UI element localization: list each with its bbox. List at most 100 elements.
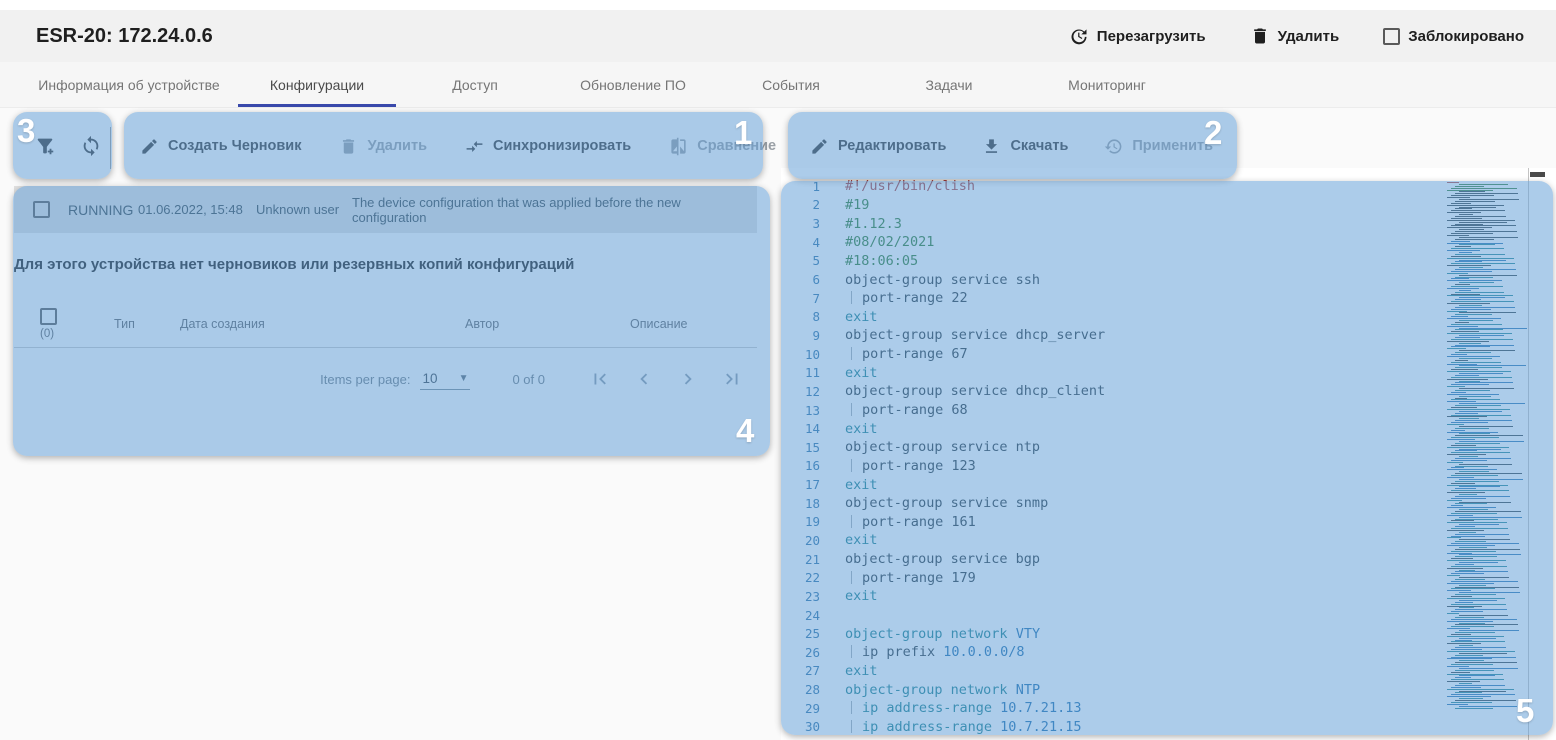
- apply-config-button[interactable]: Применить: [1104, 137, 1213, 156]
- device-header: ESR-20: 172.24.0.6 Перезагрузить Удалить…: [0, 10, 1556, 62]
- delete-device-button[interactable]: Удалить: [1250, 26, 1340, 46]
- column-header-type: Тип: [114, 316, 135, 331]
- edit-config-button[interactable]: Редактировать: [810, 137, 946, 156]
- trash-icon: [1253, 28, 1266, 44]
- compare-icon: [671, 137, 686, 155]
- config-description: The device configuration that was applie…: [352, 194, 681, 225]
- scrollbar-thumb[interactable]: [1530, 172, 1545, 177]
- synchronize-button[interactable]: Синхронизировать: [465, 137, 631, 156]
- code-line: 5 #18:06:05: [812, 252, 919, 269]
- first-page-button[interactable]: [589, 368, 611, 390]
- items-per-page-select[interactable]: 10 ▼: [420, 369, 471, 390]
- next-page-button[interactable]: [677, 368, 699, 390]
- tab-monitoring[interactable]: Мониторинг: [1028, 62, 1186, 107]
- code-line: 25 object-group network VTY: [804, 625, 1041, 642]
- tab-label: События: [762, 76, 820, 93]
- tab-label: Информация об устройстве: [38, 76, 220, 93]
- tab-firmware-update[interactable]: Обновление ПО: [554, 62, 712, 107]
- column-header-created: Дата создания: [180, 316, 265, 331]
- code-line: 26 ip prefix 10.0.0.0/8: [804, 644, 1025, 661]
- code-line: 13 port-range 68: [804, 402, 968, 418]
- compare-button[interactable]: Сравнение: [669, 137, 776, 156]
- tab-tasks[interactable]: Задачи: [870, 62, 1028, 107]
- editor-scrollbar: [1528, 168, 1545, 740]
- tab-device-info[interactable]: Информация об устройстве: [20, 62, 238, 107]
- sync-icon: [83, 135, 99, 157]
- tab-bar: Информация об устройстве Конфигурации Дост…: [0, 62, 1556, 108]
- locked-checkbox-control[interactable]: Заблокировано: [1383, 27, 1524, 45]
- running-config-row[interactable]: RUNNING 01.06.2022, 15:48 Unknown user T…: [14, 186, 757, 233]
- items-per-page-label: Items per page:: [320, 371, 411, 387]
- row-checkbox[interactable]: [32, 201, 50, 218]
- download-config-label: Скачать: [1010, 138, 1069, 154]
- code-line: 23 exit: [804, 588, 878, 605]
- tab-label: Задачи: [925, 76, 973, 93]
- tab-label: Доступ: [452, 76, 498, 93]
- edit-config-label: Редактировать: [838, 138, 947, 154]
- config-editor: 1 #!/usr/bin/clish 2 #19 3 #1.12.3 4 #08/02/202…: [781, 168, 1556, 740]
- top-strip: [0, 0, 1556, 10]
- code-line: 27 exit: [804, 662, 878, 679]
- synchronize-label: Синхронизировать: [492, 138, 632, 154]
- select-all-checkbox[interactable]: [40, 307, 57, 325]
- code-line: 24: [804, 607, 820, 623]
- last-page-button[interactable]: [721, 368, 743, 390]
- config-date: 01.06.2022, 15:48: [138, 202, 243, 217]
- code-line: 3 #1.12.3: [812, 215, 902, 232]
- reload-device-button[interactable]: Перезагрузить: [1069, 26, 1206, 46]
- paginator: Items per page: 10 ▼ 0 of 0: [14, 350, 757, 408]
- download-icon: [986, 138, 998, 153]
- page-range-label: 0 of 0: [512, 371, 545, 387]
- dropdown-arrow-icon: ▼: [458, 372, 469, 384]
- code-line: 11 exit: [804, 364, 878, 381]
- filter-toolbar: [32, 113, 104, 179]
- code-line: 1 #!/usr/bin/clish: [812, 178, 976, 195]
- code-line: 10 port-range 67: [804, 346, 968, 363]
- locked-checkbox[interactable]: [1383, 27, 1401, 45]
- reload-label: Перезагрузить: [1096, 27, 1206, 45]
- tab-configurations[interactable]: Конфигурации: [238, 62, 396, 107]
- delete-draft-label: Удалить: [367, 138, 427, 154]
- selected-count: (0): [40, 327, 55, 340]
- toolbar-divider: [110, 127, 111, 169]
- create-draft-button[interactable]: Создать Черновик: [140, 137, 301, 156]
- paginator-nav: [589, 368, 743, 390]
- tab-access[interactable]: Доступ: [396, 62, 554, 107]
- trash-icon: [343, 138, 355, 154]
- code-line: 21 object-group service bgp: [804, 551, 1041, 568]
- header-actions: Перезагрузить Удалить Заблокировано: [1069, 26, 1524, 46]
- no-drafts-message: Для этого устройства нет черновиков или …: [14, 256, 575, 273]
- download-config-button[interactable]: Скачать: [982, 137, 1068, 156]
- swap-arrows-icon: [466, 140, 483, 152]
- tab-events[interactable]: События: [712, 62, 870, 107]
- refresh-list-button[interactable]: [78, 133, 104, 159]
- apply-config-label: Применить: [1132, 138, 1214, 154]
- drafts-table-header: (0) Тип Дата создания Автор Описание: [14, 300, 757, 348]
- code-line: 19 port-range 161: [804, 513, 976, 530]
- tab-label: Мониторинг: [1068, 76, 1146, 93]
- config-author: Unknown user: [256, 202, 340, 217]
- code-line: 2 #19: [812, 196, 870, 213]
- filter-plus-icon: [37, 138, 54, 155]
- callout-number-4: 4: [736, 412, 755, 449]
- code-line: 22 port-range 179: [804, 569, 976, 586]
- column-header-description: Описание: [630, 316, 688, 331]
- config-status: RUNNING: [68, 201, 134, 218]
- code-line: 28 object-group network NTP: [804, 681, 1041, 698]
- page-title: ESR-20: 172.24.0.6: [36, 24, 213, 47]
- locked-label: Заблокировано: [1408, 27, 1524, 45]
- code-line: 15 object-group service ntp: [804, 439, 1041, 456]
- delete-draft-button[interactable]: Удалить: [339, 137, 427, 156]
- compare-label: Сравнение: [697, 138, 777, 154]
- delete-label: Удалить: [1277, 27, 1340, 45]
- code-line: 14 exit: [804, 420, 878, 437]
- prev-page-button[interactable]: [633, 368, 655, 390]
- code-line: 30 ip address-range 10.7.21.15: [804, 718, 1082, 735]
- minimap[interactable]: [1447, 182, 1527, 709]
- code-line: 29 ip address-range 10.7.21.13: [804, 700, 1082, 717]
- drafts-toolbar: Создать Черновик Удалить Синхронизироват…: [140, 113, 776, 179]
- code-line: 16 port-range 123: [804, 457, 976, 474]
- add-filter-button[interactable]: [32, 133, 58, 159]
- code-line: 7 port-range 22: [812, 290, 968, 307]
- code-lines[interactable]: 1 #!/usr/bin/clish 2 #19 3 #1.12.3 4 #08/02/202…: [781, 177, 1526, 736]
